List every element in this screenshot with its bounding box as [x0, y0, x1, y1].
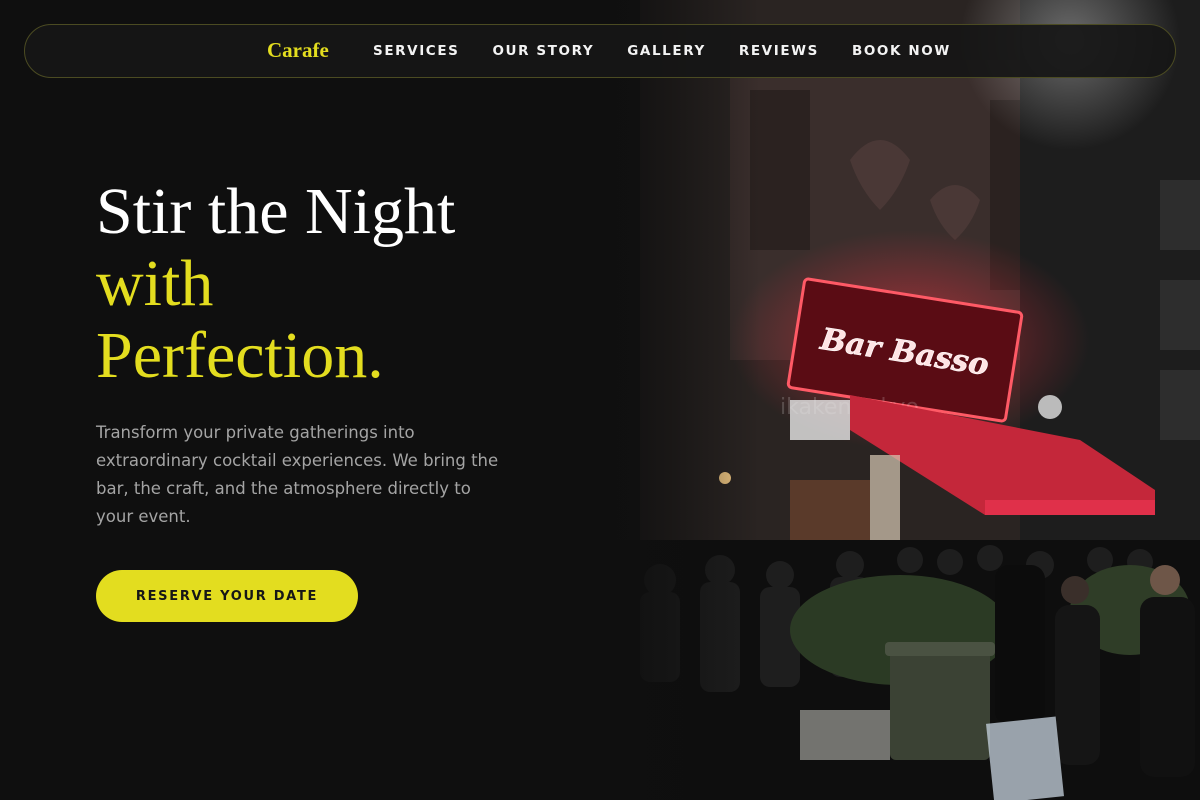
nav-link-gallery[interactable]: GALLERY: [627, 43, 706, 59]
nav-link-our-story[interactable]: OUR STORY: [492, 43, 594, 59]
brand-logo[interactable]: Carafe: [267, 38, 329, 63]
headline-line-2: with: [96, 247, 214, 320]
nav-link-services[interactable]: SERVICES: [373, 43, 459, 59]
hero-description: Transform your private gatherings into e…: [96, 423, 499, 526]
top-navbar: Carafe SERVICES OUR STORY GALLERY REVIEW…: [24, 24, 1176, 78]
bar-street-scene: Bar Basso ikaken.tokyo: [600, 0, 1200, 800]
reserve-date-button[interactable]: RESERVE YOUR DATE: [96, 570, 358, 622]
headline-line-1: Stir the Night: [96, 175, 456, 248]
nav-links: SERVICES OUR STORY GALLERY REVIEWS BOOK …: [373, 25, 984, 77]
hero-headline: Stir the Night with Perfection.: [96, 176, 576, 392]
nav-link-book-now[interactable]: BOOK NOW: [852, 43, 951, 59]
nav-link-reviews[interactable]: REVIEWS: [739, 43, 819, 59]
headline-line-3: Perfection.: [96, 319, 384, 392]
hero-photo: Bar Basso ikaken.tokyo: [600, 0, 1200, 800]
